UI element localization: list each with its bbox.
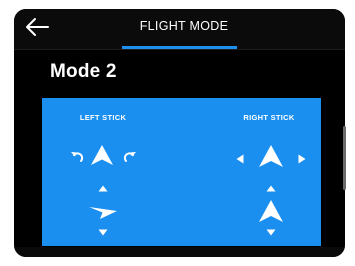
stick-diagram-panel: LEFT STICK RIGHT STICK [42, 98, 321, 246]
arrow-up-small-icon [98, 185, 108, 192]
right-stick-label: RIGHT STICK [243, 113, 295, 122]
bottom-bar [14, 247, 345, 257]
rotate-left-icon [71, 152, 84, 162]
back-button[interactable] [22, 14, 52, 40]
rotate-right-icon [123, 152, 136, 162]
left-stick-label: LEFT STICK [79, 113, 127, 122]
aircraft-up-icon [259, 145, 283, 167]
arrow-up-small-icon [266, 185, 276, 192]
arrow-left-small-icon [236, 154, 244, 164]
page-title: FLIGHT MODE [139, 19, 229, 33]
scrollbar[interactable] [343, 126, 346, 190]
mode-title: Mode 2 [50, 61, 117, 82]
flight-mode-screen: FLIGHT MODE Mode 2 LEFT STICK RIGHT STIC [14, 9, 345, 257]
arrow-down-small-icon [266, 229, 276, 236]
top-bar: FLIGHT MODE [14, 9, 345, 49]
arrow-down-small-icon [98, 229, 108, 236]
arrow-left-icon [26, 18, 49, 36]
aircraft-up-icon [259, 200, 283, 222]
header-divider [14, 49, 345, 50]
arrow-right-small-icon [298, 154, 306, 164]
aircraft-yaw-icon [89, 207, 117, 219]
aircraft-up-icon [91, 145, 113, 165]
